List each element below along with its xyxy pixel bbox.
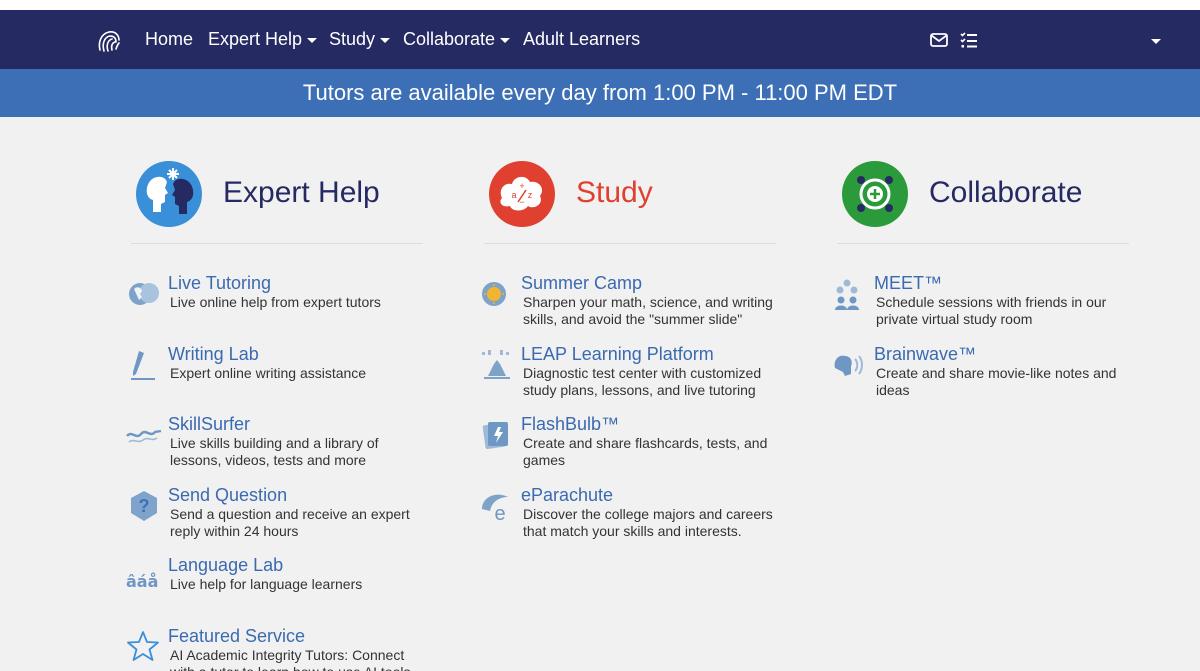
item-title[interactable]: Language Lab <box>168 555 283 576</box>
mail-icon[interactable] <box>929 30 949 50</box>
item-title[interactable]: SkillSurfer <box>168 414 250 435</box>
chevron-down-icon <box>380 38 391 43</box>
study-icon[interactable]: a z+− <box>488 160 556 228</box>
divider <box>131 243 423 244</box>
svg-text:e: e <box>494 503 505 523</box>
collaborate-title[interactable]: Collaborate <box>929 176 1082 210</box>
nav-adult-learners-label: Adult Learners <box>523 29 641 49</box>
item-description: Create and share flashcards, tests, and … <box>523 435 768 468</box>
send-question-icon: ? <box>131 491 157 521</box>
nav-home[interactable]: Home <box>145 29 193 50</box>
svg-text:+: + <box>519 181 524 191</box>
item-title[interactable]: FlashBulb™ <box>521 414 619 435</box>
nav-collaborate[interactable]: Collaborate <box>403 29 511 50</box>
item-title[interactable]: MEET™ <box>874 273 942 294</box>
svg-text:âáå: âáå <box>126 572 158 591</box>
summer-camp-icon <box>482 282 506 306</box>
banner-text: Tutors are available every day from 1:00… <box>302 80 898 105</box>
item-description: Sharpen your math, science, and writing … <box>523 294 773 327</box>
logo-icon[interactable] <box>96 28 122 54</box>
divider <box>484 243 776 244</box>
item-description: Send a question and receive an expert re… <box>170 506 410 539</box>
writing-lab-icon <box>131 351 155 380</box>
availability-banner: Tutors are available every day from 1:00… <box>0 69 1200 117</box>
nav-expert-help-label: Expert Help <box>208 29 303 49</box>
svg-text:a: a <box>511 190 516 200</box>
flashbulb-icon <box>482 422 508 450</box>
item-description: Discover the college majors and careers … <box>523 506 773 539</box>
expert-help-header: Expert Help <box>131 160 431 230</box>
nav-expert-help[interactable]: Expert Help <box>208 29 318 50</box>
item-description: Live online help from expert tutors <box>170 294 381 310</box>
item-title[interactable]: Send Question <box>168 485 287 506</box>
item-description: Diagnostic test center with customized s… <box>523 365 762 398</box>
leap-icon <box>482 350 510 379</box>
collaborate-column: Collaborate MEET™ Schedule sessions with… <box>834 160 1137 398</box>
item-title[interactable]: Summer Camp <box>521 273 642 294</box>
divider <box>837 243 1129 244</box>
expert-help-title[interactable]: Expert Help <box>223 176 380 210</box>
language-lab-icon: âáå <box>126 572 158 591</box>
collaborate-header: Collaborate <box>837 160 1137 230</box>
item-description: Live help for language learners <box>170 576 363 592</box>
nav-study[interactable]: Study <box>329 29 391 50</box>
skillsurfer-icon <box>126 429 162 443</box>
nav-collaborate-label: Collaborate <box>403 29 496 49</box>
study-column: a z + − Study Summer Camp Sharpen your math… <box>482 160 784 539</box>
expert-help-icon[interactable] <box>135 160 203 228</box>
item-description: Create and share movie-like notes and id… <box>876 365 1117 398</box>
item-title[interactable]: Live Tutoring <box>168 273 271 294</box>
item-title[interactable]: eParachute <box>521 485 613 506</box>
nav-adult-learners[interactable]: Adult Learners <box>523 29 640 50</box>
study-title[interactable]: Study <box>576 176 653 210</box>
item-description: Live skills building and a library of le… <box>170 435 379 468</box>
top-strip <box>0 0 1200 10</box>
account-dropdown-caret[interactable] <box>1151 39 1161 44</box>
svg-text:z: z <box>528 190 533 200</box>
item-title[interactable]: Brainwave™ <box>874 344 976 365</box>
item-description: AI Academic Integrity Tutors: Connect wi… <box>170 647 410 671</box>
eparachute-icon: e <box>482 494 508 523</box>
meet-icon <box>835 279 859 310</box>
item-title[interactable]: Writing Lab <box>168 344 259 365</box>
nav-home-label: Home <box>145 29 194 49</box>
svg-text:?: ? <box>139 496 150 516</box>
star-icon <box>127 631 159 661</box>
chevron-down-icon <box>500 38 511 43</box>
brainwave-icon <box>834 355 863 376</box>
nav-study-label: Study <box>329 29 376 49</box>
collaborate-icon[interactable] <box>841 160 909 228</box>
item-title[interactable]: LEAP Learning Platform <box>521 344 714 365</box>
item-title[interactable]: Featured Service <box>168 626 305 647</box>
item-description: Expert online writing assistance <box>170 365 367 381</box>
item-description: Schedule sessions with friends in our pr… <box>876 294 1107 327</box>
expert-help-column: Expert Help Live Tutoring Live online he… <box>126 160 431 671</box>
navbar: Home Expert Help Study Collaborate Adult… <box>0 10 1200 69</box>
live-tutoring-icon <box>129 283 159 305</box>
chevron-down-icon <box>307 38 318 43</box>
study-header: a z + − Study <box>484 160 784 230</box>
task-list-icon[interactable] <box>959 30 979 50</box>
